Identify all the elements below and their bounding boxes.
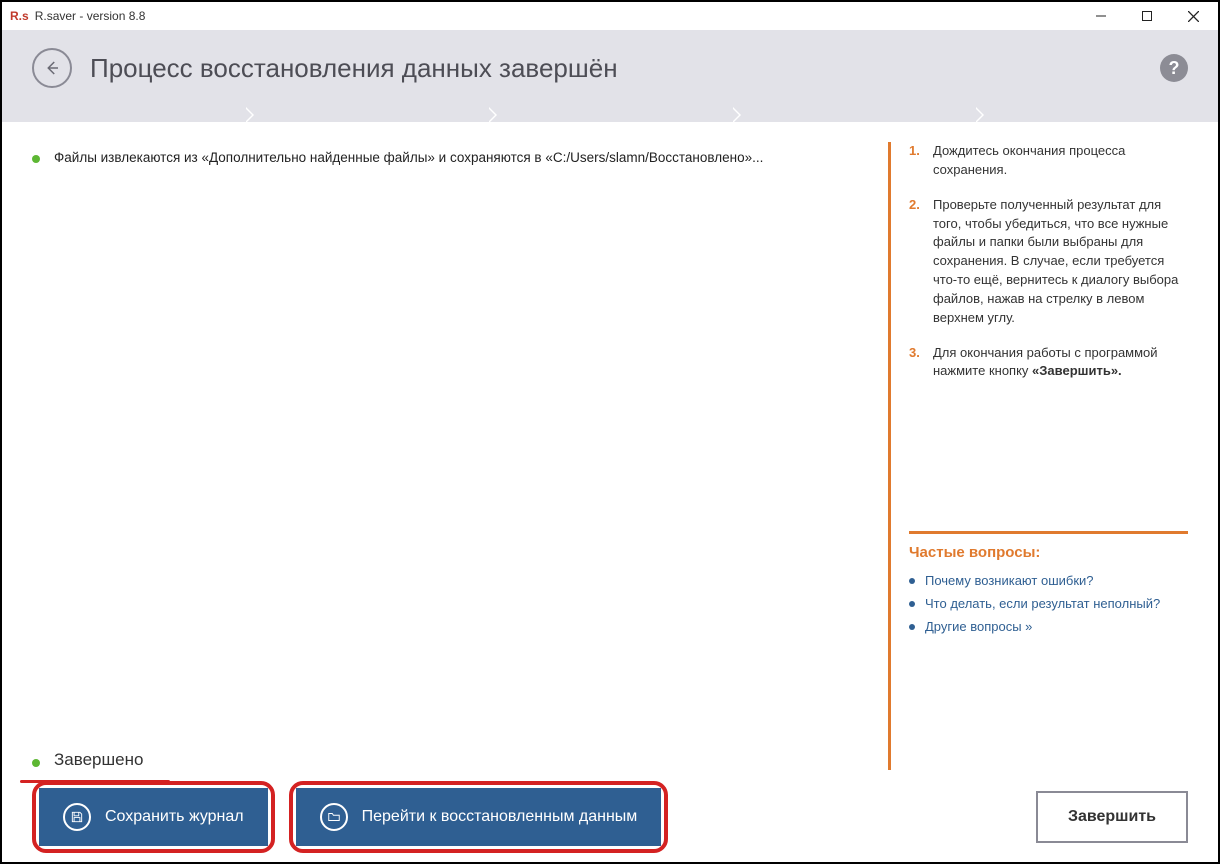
completed-status: Завершено (32, 750, 868, 770)
step-2 (245, 108, 488, 122)
progress-steps (2, 108, 1218, 122)
content-area: Файлы извлекаются из «Дополнительно найд… (2, 122, 1218, 770)
faq-link-incomplete[interactable]: Что делать, если результат неполный? (925, 596, 1160, 611)
log-pane: Файлы извлекаются из «Дополнительно найд… (32, 142, 888, 770)
question-icon: ? (1169, 58, 1180, 79)
status-dot-icon (32, 155, 40, 163)
log-entry: Файлы извлекаются из «Дополнительно найд… (32, 150, 868, 165)
instruction-item: 1. Дождитесь окончания процесса сохранен… (909, 142, 1188, 180)
button-label: Перейти к восстановленным данным (362, 808, 638, 826)
highlight-box: Перейти к восстановленным данным (289, 781, 669, 853)
faq-link-other[interactable]: Другие вопросы » (925, 619, 1032, 634)
header: Процесс восстановления данных завершён ? (2, 30, 1218, 108)
log-text: Файлы извлекаются из «Дополнительно найд… (54, 150, 763, 165)
window-title: R.saver - version 8.8 (35, 9, 146, 23)
back-button[interactable] (32, 48, 72, 88)
minimize-button[interactable] (1078, 2, 1124, 30)
page-title: Процесс восстановления данных завершён (90, 53, 618, 84)
goto-recovered-button[interactable]: Перейти к восстановленным данным (296, 788, 662, 846)
save-log-button[interactable]: Сохранить журнал (39, 788, 268, 846)
close-button[interactable] (1170, 2, 1216, 30)
instruction-text: Для окончания работы с программой нажмит… (933, 344, 1188, 382)
app-icon: R.s (10, 9, 29, 23)
instruction-text: Проверьте полученный результат для того,… (933, 196, 1188, 328)
footer: Сохранить журнал Перейти к восстановленн… (2, 772, 1218, 862)
highlight-box: Сохранить журнал (32, 781, 275, 853)
titlebar: R.s R.saver - version 8.8 (2, 2, 1218, 30)
faq-item: Что делать, если результат неполный? (909, 596, 1188, 611)
faq-item: Почему возникают ошибки? (909, 573, 1188, 588)
step-1 (2, 108, 245, 122)
folder-icon (320, 803, 348, 831)
button-label: Сохранить журнал (105, 808, 244, 826)
completed-text: Завершено (54, 750, 143, 770)
sidebar-instructions: 1. Дождитесь окончания процесса сохранен… (888, 142, 1188, 770)
faq-item: Другие вопросы » (909, 619, 1188, 634)
instruction-number: 1. (909, 142, 923, 180)
faq-section: Частые вопросы: Почему возникают ошибки?… (909, 531, 1188, 634)
bullet-icon (909, 578, 915, 584)
instruction-number: 3. (909, 344, 923, 382)
maximize-button[interactable] (1124, 2, 1170, 30)
finish-button[interactable]: Завершить (1036, 791, 1188, 843)
faq-heading: Частые вопросы: (909, 544, 1188, 561)
save-icon (63, 803, 91, 831)
instruction-item: 3. Для окончания работы с программой наж… (909, 344, 1188, 382)
app-window: R.s R.saver - version 8.8 Процесс восста… (0, 0, 1220, 864)
instruction-item: 2. Проверьте полученный результат для то… (909, 196, 1188, 328)
instruction-text: Дождитесь окончания процесса сохранения. (933, 142, 1188, 180)
faq-link-errors[interactable]: Почему возникают ошибки? (925, 573, 1094, 588)
bullet-icon (909, 624, 915, 630)
instruction-number: 2. (909, 196, 923, 328)
step-3 (488, 108, 731, 122)
help-button[interactable]: ? (1160, 54, 1188, 82)
bullet-icon (909, 601, 915, 607)
status-dot-icon (32, 759, 40, 767)
step-4 (732, 108, 975, 122)
step-5 (975, 108, 1218, 122)
